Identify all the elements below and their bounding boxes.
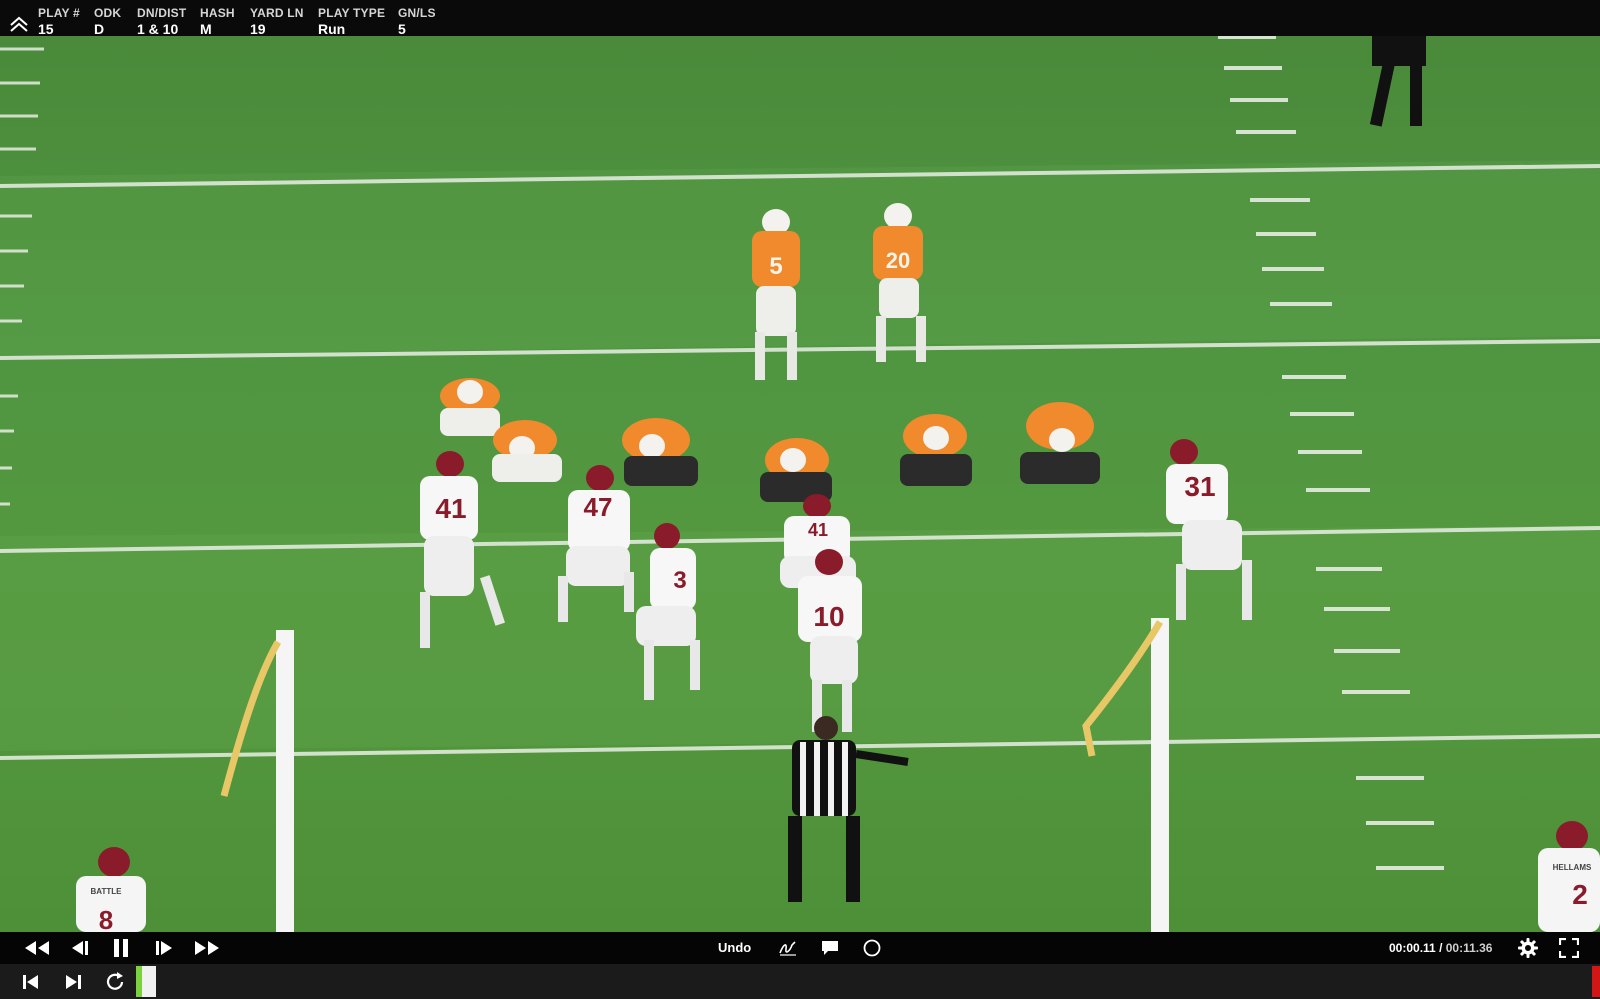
comment-icon <box>822 941 838 955</box>
fullscreen-icon <box>1559 938 1579 958</box>
defender-5: 5 <box>752 209 800 380</box>
jersey-number: 10 <box>813 601 844 632</box>
jersey-number: 41 <box>808 520 828 540</box>
side-judge <box>1369 36 1426 127</box>
info-odk: ODK D <box>94 6 122 37</box>
jersey-number: 2 <box>1572 879 1588 910</box>
replay-icon <box>106 971 124 990</box>
info-play-number: PLAY # 15 <box>38 6 80 37</box>
pen-scribble-icon <box>779 941 796 956</box>
video-frame[interactable]: 5 20 41 47 3 41 10 31 BATTLE 8 HELLAMS 2 <box>0 36 1600 932</box>
collapse-chevron-icon[interactable] <box>8 12 30 34</box>
previous-clip-button[interactable] <box>18 964 44 999</box>
football-field-scene: 5 20 41 47 3 41 10 31 BATTLE 8 HELLAMS 2 <box>0 36 1600 932</box>
jersey-number: 47 <box>584 492 613 522</box>
timeline-end-marker <box>1592 966 1600 997</box>
info-play-type: PLAY TYPE Run <box>318 6 386 37</box>
fast-forward-icon <box>195 941 219 955</box>
settings-button[interactable] <box>1514 932 1542 964</box>
jersey-number: 31 <box>1184 471 1215 502</box>
step-forward-button[interactable] <box>152 932 178 964</box>
step-back-icon <box>72 941 88 955</box>
pause-button[interactable] <box>108 932 134 964</box>
fullscreen-button[interactable] <box>1555 932 1583 964</box>
timeline-playhead[interactable] <box>142 966 156 997</box>
play-info-bar: PLAY # 15 ODK D DN/DIST 1 & 10 HASH M YA… <box>0 0 1600 37</box>
defender-number: 5 <box>769 253 782 280</box>
step-back-button[interactable] <box>66 932 92 964</box>
info-down-distance: DN/DIST 1 & 10 <box>137 6 187 37</box>
next-clip-button[interactable] <box>60 964 86 999</box>
defensive-line <box>440 378 1100 502</box>
circle-tool-button[interactable] <box>860 932 884 964</box>
pause-icon <box>114 939 128 957</box>
info-gain-loss: GN/LS 5 <box>398 6 436 37</box>
defender-number: 20 <box>886 248 910 273</box>
info-hash: HASH M <box>200 6 235 37</box>
sideline-player-right: HELLAMS 2 <box>1538 821 1600 932</box>
hash-marks-right <box>1218 36 1444 870</box>
jersey-number: 8 <box>99 905 113 932</box>
jersey-number: 41 <box>435 493 466 524</box>
circle-icon <box>863 939 881 957</box>
gear-icon <box>1518 938 1538 958</box>
comment-button[interactable] <box>818 932 842 964</box>
timecode: 00:00.11 / 00:11.36 <box>1389 941 1492 955</box>
skip-next-icon <box>66 974 81 989</box>
offense-center: 41 <box>780 494 856 588</box>
step-forward-icon <box>156 941 172 955</box>
time-separator: / <box>1439 941 1443 955</box>
draw-tool-button[interactable] <box>776 932 800 964</box>
total-time: 00:11.36 <box>1445 941 1493 955</box>
fast-forward-button[interactable] <box>192 932 222 964</box>
replay-button[interactable] <box>102 964 128 999</box>
rewind-button[interactable] <box>22 932 52 964</box>
playback-controls: Undo 00:00.11 / 00:11.36 <box>0 932 1600 964</box>
clip-navigation-bar <box>0 964 1600 999</box>
info-yard-line: YARD LN 19 <box>250 6 304 37</box>
current-time: 00:00.11 <box>1389 941 1436 955</box>
undo-button[interactable]: Undo <box>718 940 751 955</box>
sideline-player-left: BATTLE 8 <box>76 847 146 932</box>
nameplate: HELLAMS <box>1553 863 1592 872</box>
rewind-icon <box>25 941 49 955</box>
nameplate: BATTLE <box>91 887 123 896</box>
skip-previous-icon <box>23 974 38 989</box>
jersey-number: 3 <box>673 567 686 594</box>
